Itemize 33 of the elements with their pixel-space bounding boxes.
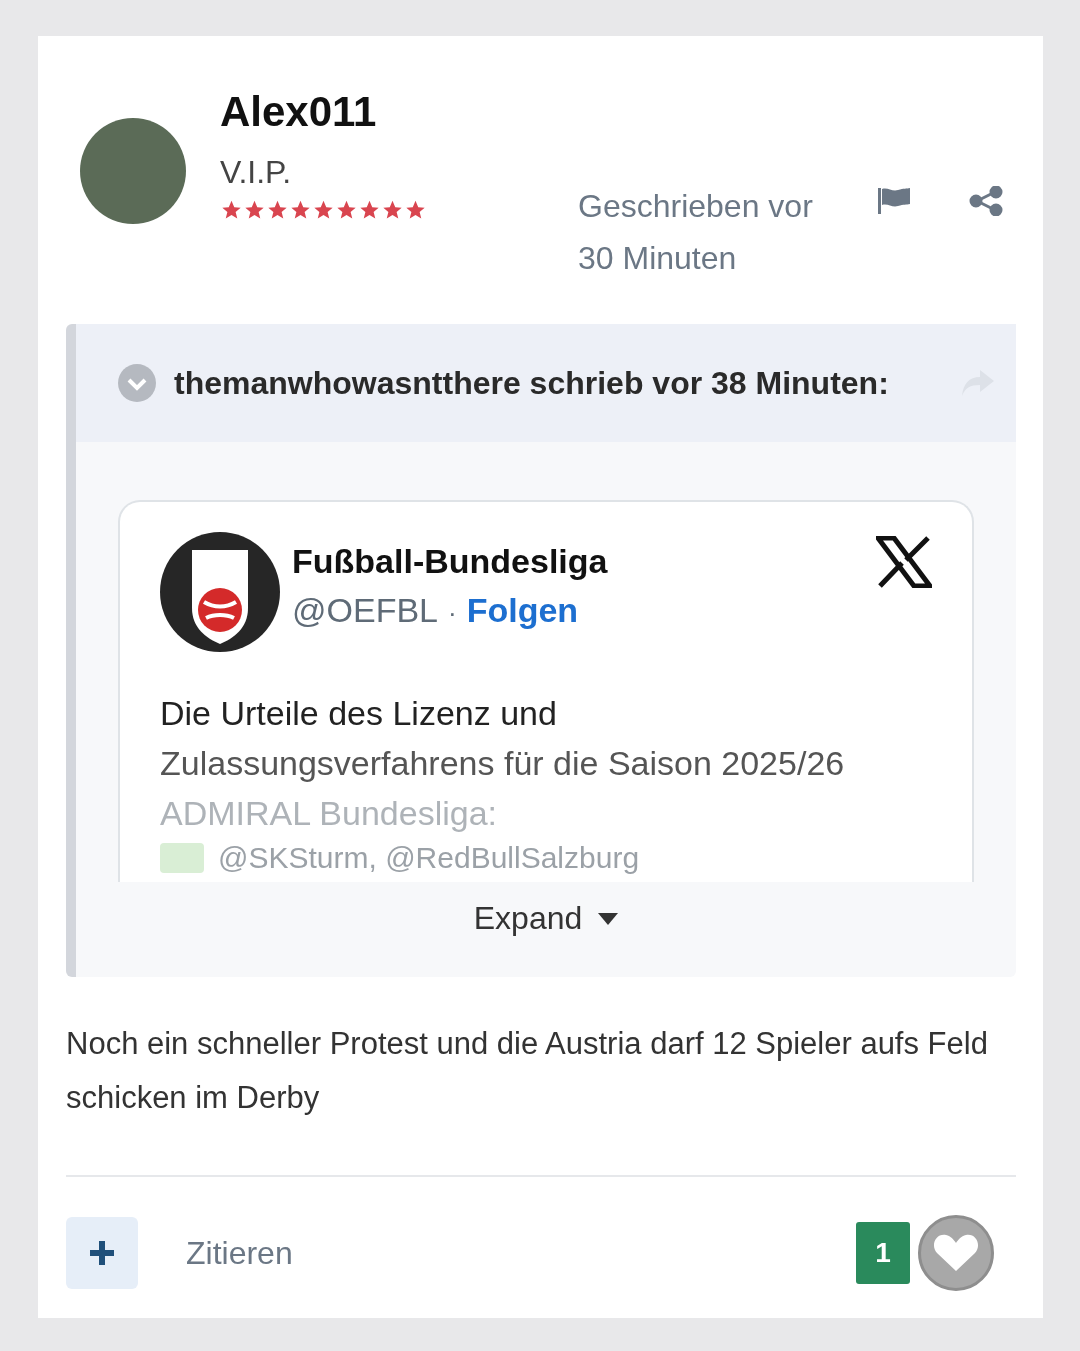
account-name[interactable]: Fußball-Bundesliga xyxy=(292,542,876,581)
star-icon xyxy=(381,199,404,221)
post-timestamp: Geschrieben vor 30 Minuten xyxy=(578,187,814,278)
post-text: Noch ein schneller Protest und die Austria darf 12 Spieler aufs Feld schicken im Derby xyxy=(66,1025,989,1117)
expand-button[interactable]: Expand xyxy=(469,896,623,941)
star-icon xyxy=(358,199,381,221)
star-icon xyxy=(220,199,243,221)
tweet-text-line: ADMIRAL Bundesliga: xyxy=(160,793,498,834)
heart-icon xyxy=(933,1233,979,1273)
follow-link[interactable]: Folgen xyxy=(466,591,579,630)
x-logo-icon[interactable] xyxy=(876,536,932,588)
user-rank: V.I.P. xyxy=(220,154,293,191)
add-button[interactable] xyxy=(66,1217,138,1289)
caret-icon xyxy=(598,912,619,925)
share-icon[interactable] xyxy=(968,186,1004,216)
league-logo-icon xyxy=(160,532,280,652)
tweet-text-line: Die Urteile des Lizenz und xyxy=(160,693,558,734)
star-icon xyxy=(335,199,358,221)
reaction-count: 1 xyxy=(856,1222,910,1284)
username[interactable]: Alex011 xyxy=(220,88,560,136)
account-handle[interactable]: @OEFBL xyxy=(292,591,438,630)
separator-dot: · xyxy=(448,598,457,629)
flag-icon[interactable] xyxy=(876,186,912,216)
quote-header: themanwhowasntthere schrieb vor 38 Minuten: xyxy=(174,364,890,402)
plus-icon xyxy=(88,1239,116,1267)
tweet-text-line: Zulassungsverfahrens für die Saison 2025/26 xyxy=(160,743,846,784)
star-icon xyxy=(404,199,427,221)
star-icon xyxy=(243,199,266,221)
star-icon xyxy=(312,199,335,221)
star-icon xyxy=(289,199,312,221)
quote-button[interactable]: Zitieren xyxy=(186,1234,856,1272)
star-icon xyxy=(266,199,289,221)
tweet-text-line: @SKSturm, @RedBullSalzburg xyxy=(218,840,640,876)
